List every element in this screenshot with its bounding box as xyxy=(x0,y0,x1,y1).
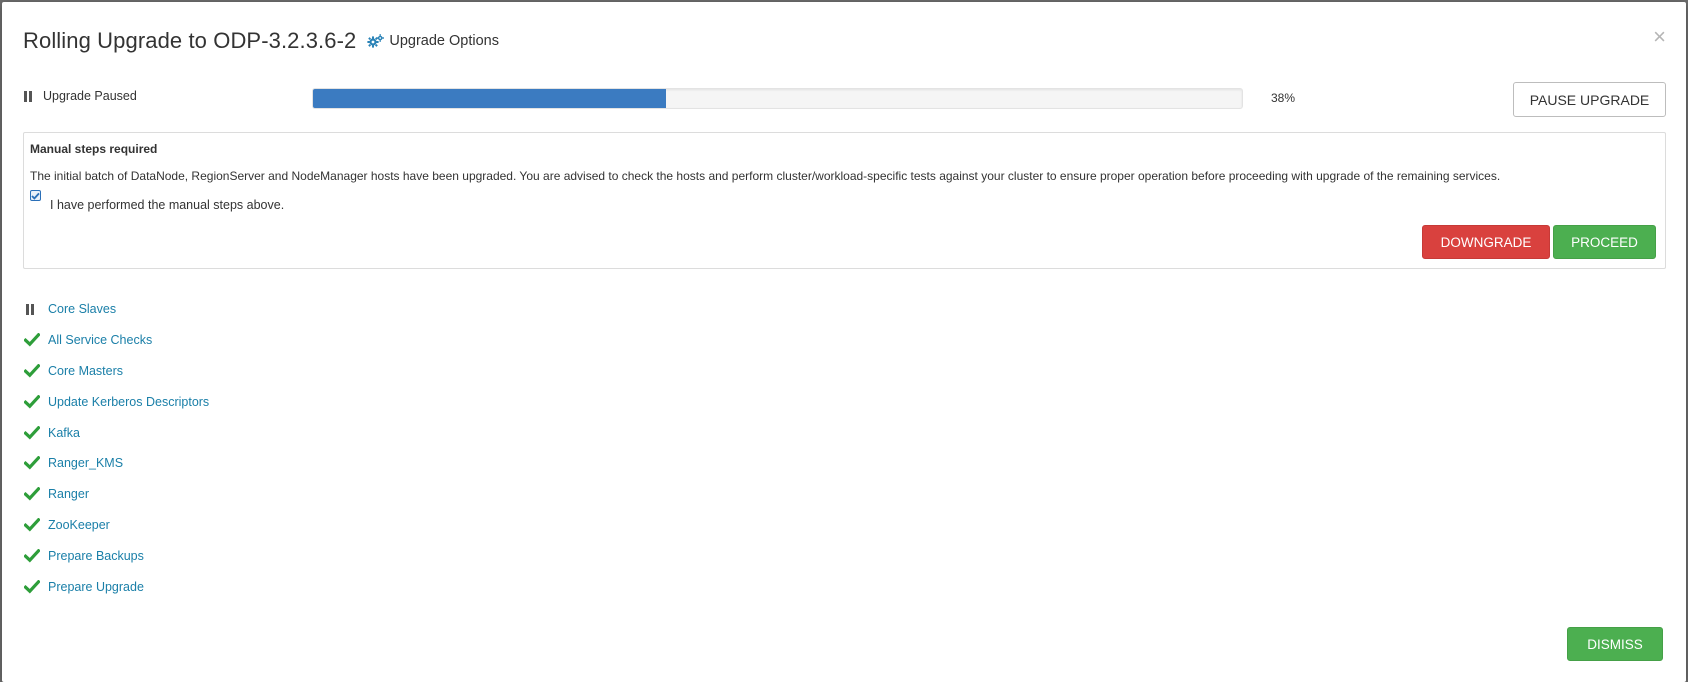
dismiss-button[interactable]: DISMISS xyxy=(1567,627,1663,661)
check-icon xyxy=(24,455,40,471)
step-link[interactable]: Core Masters xyxy=(48,364,123,378)
step-link[interactable]: Ranger_KMS xyxy=(48,456,123,470)
step-link[interactable]: Prepare Backups xyxy=(48,549,144,563)
manual-steps-panel: Manual steps required The initial batch … xyxy=(23,132,1666,269)
check-icon xyxy=(24,425,40,441)
step-prepare-upgrade: Prepare Upgrade xyxy=(24,571,209,602)
step-link[interactable]: Prepare Upgrade xyxy=(48,580,144,594)
upgrade-steps-list: Core Slaves All Service Checks Core Mast… xyxy=(24,294,209,602)
progress-bar-fill xyxy=(313,89,667,108)
dialog-title: Rolling Upgrade to ODP-3.2.3.6-2 xyxy=(23,28,357,53)
manual-steps-checkbox-label: I have performed the manual steps above. xyxy=(50,198,285,212)
check-icon xyxy=(24,394,40,410)
check-icon xyxy=(24,486,40,502)
step-link[interactable]: Core Slaves xyxy=(48,302,116,316)
step-core-masters: Core Masters xyxy=(24,356,209,387)
downgrade-button[interactable]: DOWNGRADE xyxy=(1422,225,1550,259)
step-link[interactable]: Ranger xyxy=(48,487,89,501)
check-icon xyxy=(24,332,40,348)
check-icon xyxy=(24,548,40,564)
pause-icon xyxy=(24,90,33,102)
step-link[interactable]: Update Kerberos Descriptors xyxy=(48,395,209,409)
status-label: Upgrade Paused xyxy=(43,89,137,103)
manual-steps-checkbox[interactable] xyxy=(30,190,41,201)
progress-percent: 38% xyxy=(1271,91,1296,105)
step-core-slaves: Core Slaves xyxy=(24,294,209,325)
step-zookeeper: ZooKeeper xyxy=(24,510,209,541)
upgrade-dialog: Rolling Upgrade to ODP-3.2.3.6-2 Upgrade… xyxy=(2,2,1686,682)
upgrade-options-label: Upgrade Options xyxy=(389,33,499,49)
checkbox-check-icon xyxy=(31,192,40,200)
check-icon xyxy=(24,363,40,379)
upgrade-status: Upgrade Paused xyxy=(24,89,137,103)
dialog-header: Rolling Upgrade to ODP-3.2.3.6-2 Upgrade… xyxy=(23,28,499,54)
step-ranger: Ranger xyxy=(24,479,209,510)
step-ranger-kms: Ranger_KMS xyxy=(24,448,209,479)
step-link[interactable]: Kafka xyxy=(48,426,80,440)
close-icon[interactable]: × xyxy=(1653,26,1666,48)
step-kafka: Kafka xyxy=(24,417,209,448)
step-all-service-checks: All Service Checks xyxy=(24,325,209,356)
gears-icon xyxy=(367,33,385,48)
upgrade-progress-bar xyxy=(312,88,1243,109)
check-icon xyxy=(24,517,40,533)
check-icon xyxy=(24,579,40,595)
pause-icon xyxy=(24,301,40,317)
proceed-button[interactable]: PROCEED xyxy=(1553,225,1656,259)
step-link[interactable]: All Service Checks xyxy=(48,333,152,347)
pause-upgrade-button[interactable]: PAUSE UPGRADE xyxy=(1513,82,1666,117)
manual-steps-title: Manual steps required xyxy=(30,142,158,156)
step-update-kerberos-descriptors: Update Kerberos Descriptors xyxy=(24,386,209,417)
manual-steps-message: The initial batch of DataNode, RegionSer… xyxy=(30,169,1501,183)
step-link[interactable]: ZooKeeper xyxy=(48,518,110,532)
step-prepare-backups: Prepare Backups xyxy=(24,540,209,571)
upgrade-options-link[interactable]: Upgrade Options xyxy=(367,33,499,49)
